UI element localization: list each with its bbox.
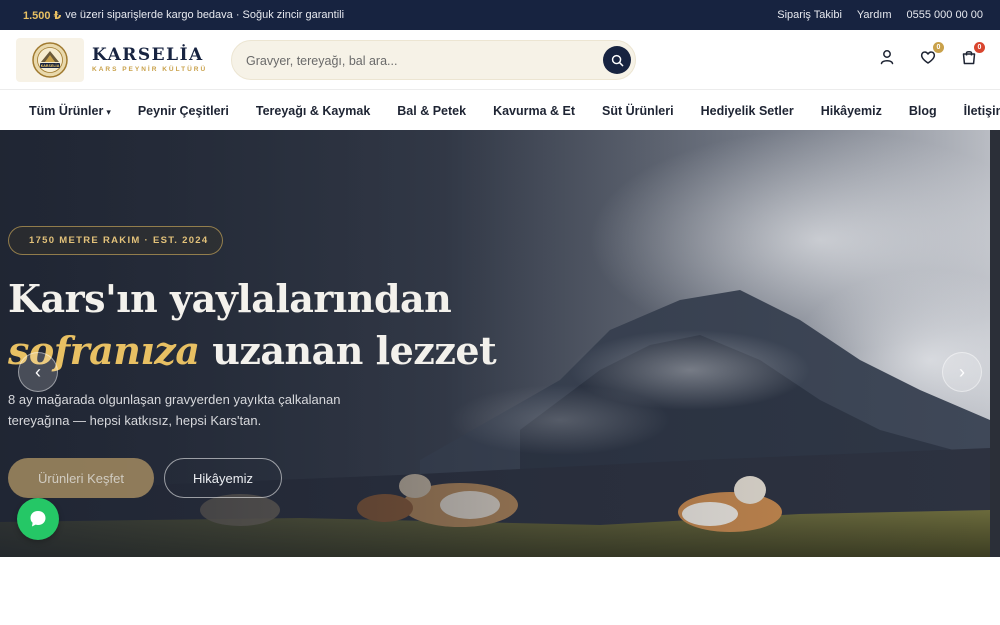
- nav-item-contact[interactable]: İletişim: [964, 104, 1000, 118]
- hero-title-line1: Kars'ın yaylalarından: [8, 276, 452, 321]
- logo-emblem-icon: KARSELİA: [32, 42, 68, 78]
- main-navigation: Tüm Ürünler ▾ Peynir Çeşitleri Tereyağı &…: [0, 91, 1000, 130]
- hero-slider: 1750 METRE RAKIM · EST. 2024 Kars'ın yay…: [0, 130, 990, 557]
- chevron-left-icon: ‹: [35, 361, 41, 382]
- announcement-bar: 1.500 ₺ ve üzeri siparişlerde kargo beda…: [0, 0, 1000, 30]
- hero-subtitle: 8 ay mağarada olgunlaşan gravyerden yayı…: [8, 392, 341, 428]
- chevron-down-icon: ▾: [106, 106, 111, 117]
- slider-prev-button[interactable]: ‹: [18, 352, 58, 392]
- site-header: KARSELİA KARSELİA KARS PEYNİR KÜLTÜRÜ 0: [0, 30, 1000, 90]
- hero-eyebrow-badge: 1750 METRE RAKIM · EST. 2024: [8, 226, 224, 255]
- search-bar: [231, 40, 636, 80]
- cart-button[interactable]: 0: [960, 42, 985, 66]
- topbar-links: Sipariş Takibi Yardım 0555 000 00 00: [777, 9, 983, 21]
- logo[interactable]: KARSELİA: [16, 38, 84, 82]
- brand[interactable]: KARSELİA KARS PEYNİR KÜLTÜRÜ: [92, 46, 207, 73]
- nav-item-story[interactable]: Hikâyemiz: [821, 104, 882, 118]
- wishlist-count-badge: 0: [933, 42, 944, 53]
- nav-item-label: Tüm Ürünler: [29, 103, 104, 118]
- hero-title: Kars'ın yaylalarından sofranıza uzanan l…: [8, 273, 497, 377]
- nav-item-cheese[interactable]: Peynir Çeşitleri: [138, 104, 229, 118]
- nav-item-all-products[interactable]: Tüm Ürünler ▾: [29, 104, 111, 118]
- logo-text: KARSELİA: [41, 63, 60, 68]
- hero-edge: [990, 130, 1000, 557]
- search-input[interactable]: [246, 50, 586, 72]
- brand-name: KARSELİA: [92, 45, 204, 65]
- nav-item-dairy[interactable]: Süt Ürünleri: [602, 104, 674, 118]
- phone-link[interactable]: 0555 000 00 00: [907, 9, 983, 21]
- our-story-button[interactable]: Hikâyemiz: [164, 458, 282, 498]
- promo-highlight: 1.500 ₺: [23, 9, 62, 22]
- account-button[interactable]: [878, 48, 896, 66]
- order-tracking-link[interactable]: Sipariş Takibi: [777, 9, 842, 21]
- chevron-right-icon: ›: [959, 361, 965, 382]
- whatsapp-chat-button[interactable]: [17, 498, 59, 540]
- slider-next-button[interactable]: ›: [942, 352, 982, 392]
- hero-title-rest: uzanan lezzet: [199, 328, 497, 373]
- promo-message: 1.500 ₺ ve üzeri siparişlerde kargo beda…: [23, 9, 344, 22]
- search-icon: [611, 54, 623, 66]
- cart-count-badge: 0: [974, 42, 985, 53]
- promo-text: ve üzeri siparişlerde kargo bedava · Soğ…: [65, 9, 345, 21]
- account-icon: [880, 50, 894, 65]
- chat-bubble-icon: [30, 511, 46, 527]
- explore-products-button[interactable]: Ürünleri Keşfet: [8, 458, 154, 498]
- help-link[interactable]: Yardım: [857, 9, 892, 21]
- nav-item-meat[interactable]: Kavurma & Et: [493, 104, 575, 118]
- brand-tagline: KARS PEYNİR KÜLTÜRÜ: [92, 66, 208, 73]
- nav-item-honey[interactable]: Bal & Petek: [397, 104, 466, 118]
- hero-content: 1750 METRE RAKIM · EST. 2024 Kars'ın yay…: [8, 226, 497, 498]
- header-actions: 0 0: [878, 42, 985, 66]
- wishlist-button[interactable]: 0: [919, 42, 944, 66]
- nav-item-butter[interactable]: Tereyağı & Kaymak: [256, 104, 370, 118]
- nav-item-gift-sets[interactable]: Hediyelik Setler: [701, 104, 794, 118]
- search-button[interactable]: [603, 46, 631, 74]
- hero-actions: Ürünleri Keşfet Hikâyemiz: [8, 458, 496, 498]
- nav-item-blog[interactable]: Blog: [909, 104, 937, 118]
